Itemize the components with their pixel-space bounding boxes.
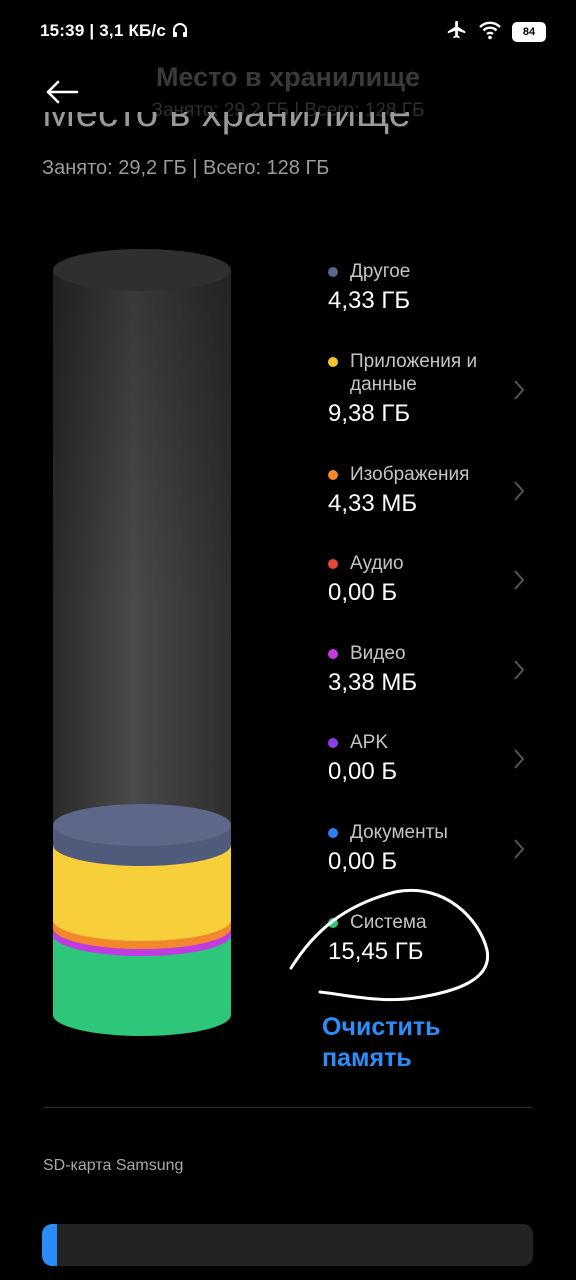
chevron-right-icon xyxy=(514,481,525,501)
category-label: Изображения xyxy=(350,464,470,485)
sd-card-usage-fill xyxy=(42,1224,57,1266)
category-label: Аудио xyxy=(350,553,404,574)
apps-color-dot xyxy=(328,357,338,367)
battery-icon: 84 xyxy=(512,22,546,42)
sd-card-label: SD-карта Samsung xyxy=(43,1157,184,1174)
category-size: 4,33 ГБ xyxy=(328,287,411,314)
category-documents[interactable]: Документы 0,00 Б xyxy=(328,821,538,876)
category-label: APK xyxy=(350,732,389,753)
status-bar: 15:39 | 3,1 КБ/с 84 xyxy=(0,0,576,62)
category-audio[interactable]: Аудио 0,00 Б xyxy=(328,552,538,607)
chevron-right-icon xyxy=(514,570,525,590)
category-label: Документы xyxy=(350,822,448,843)
cylinder-top-cap xyxy=(53,249,231,291)
airplane-icon xyxy=(446,19,468,46)
chevron-right-icon xyxy=(514,839,525,859)
category-label: Видео xyxy=(350,643,406,664)
divider xyxy=(43,1107,533,1108)
sd-card-usage-bar[interactable] xyxy=(42,1224,533,1266)
page-title: Место в хранилище xyxy=(42,112,411,135)
video-color-dot xyxy=(328,649,338,659)
chevron-right-icon xyxy=(514,749,525,769)
category-size: 3,38 МБ xyxy=(328,669,418,696)
status-time: 15:39 | 3,1 КБ/с xyxy=(40,21,167,40)
category-label: Другое xyxy=(350,261,411,282)
storage-cylinder-chart xyxy=(53,249,231,1036)
chevron-right-icon xyxy=(514,660,525,680)
category-apk[interactable]: APK 0,00 Б xyxy=(328,731,538,786)
category-size: 0,00 Б xyxy=(328,579,398,606)
documents-color-dot xyxy=(328,828,338,838)
chevron-right-icon xyxy=(514,380,525,400)
category-other: Другое 4,33 ГБ xyxy=(328,260,538,315)
category-apps-data[interactable]: Приложения и данные 9,38 ГБ xyxy=(328,350,538,428)
audio-color-dot xyxy=(328,559,338,569)
category-size: 9,38 ГБ xyxy=(328,400,411,427)
category-video[interactable]: Видео 3,38 МБ xyxy=(328,642,538,697)
handdrawn-circle-annotation xyxy=(289,888,490,1002)
other-color-dot xyxy=(328,267,338,277)
images-color-dot xyxy=(328,470,338,480)
category-size: 0,00 Б xyxy=(328,848,398,875)
header-title: Место в хранилище xyxy=(155,62,421,92)
category-size: 0,00 Б xyxy=(328,758,398,785)
wifi-icon xyxy=(478,19,502,46)
headset-icon xyxy=(171,21,189,44)
clean-memory-button[interactable]: Очистить память xyxy=(322,1012,502,1074)
category-size: 4,33 МБ xyxy=(328,490,418,517)
apk-color-dot xyxy=(328,738,338,748)
category-images[interactable]: Изображения 4,33 МБ xyxy=(328,463,538,518)
page-subtitle: Занято: 29,2 ГБ | Всего: 128 ГБ xyxy=(42,157,330,179)
category-label: Приложения и данные xyxy=(350,351,478,395)
